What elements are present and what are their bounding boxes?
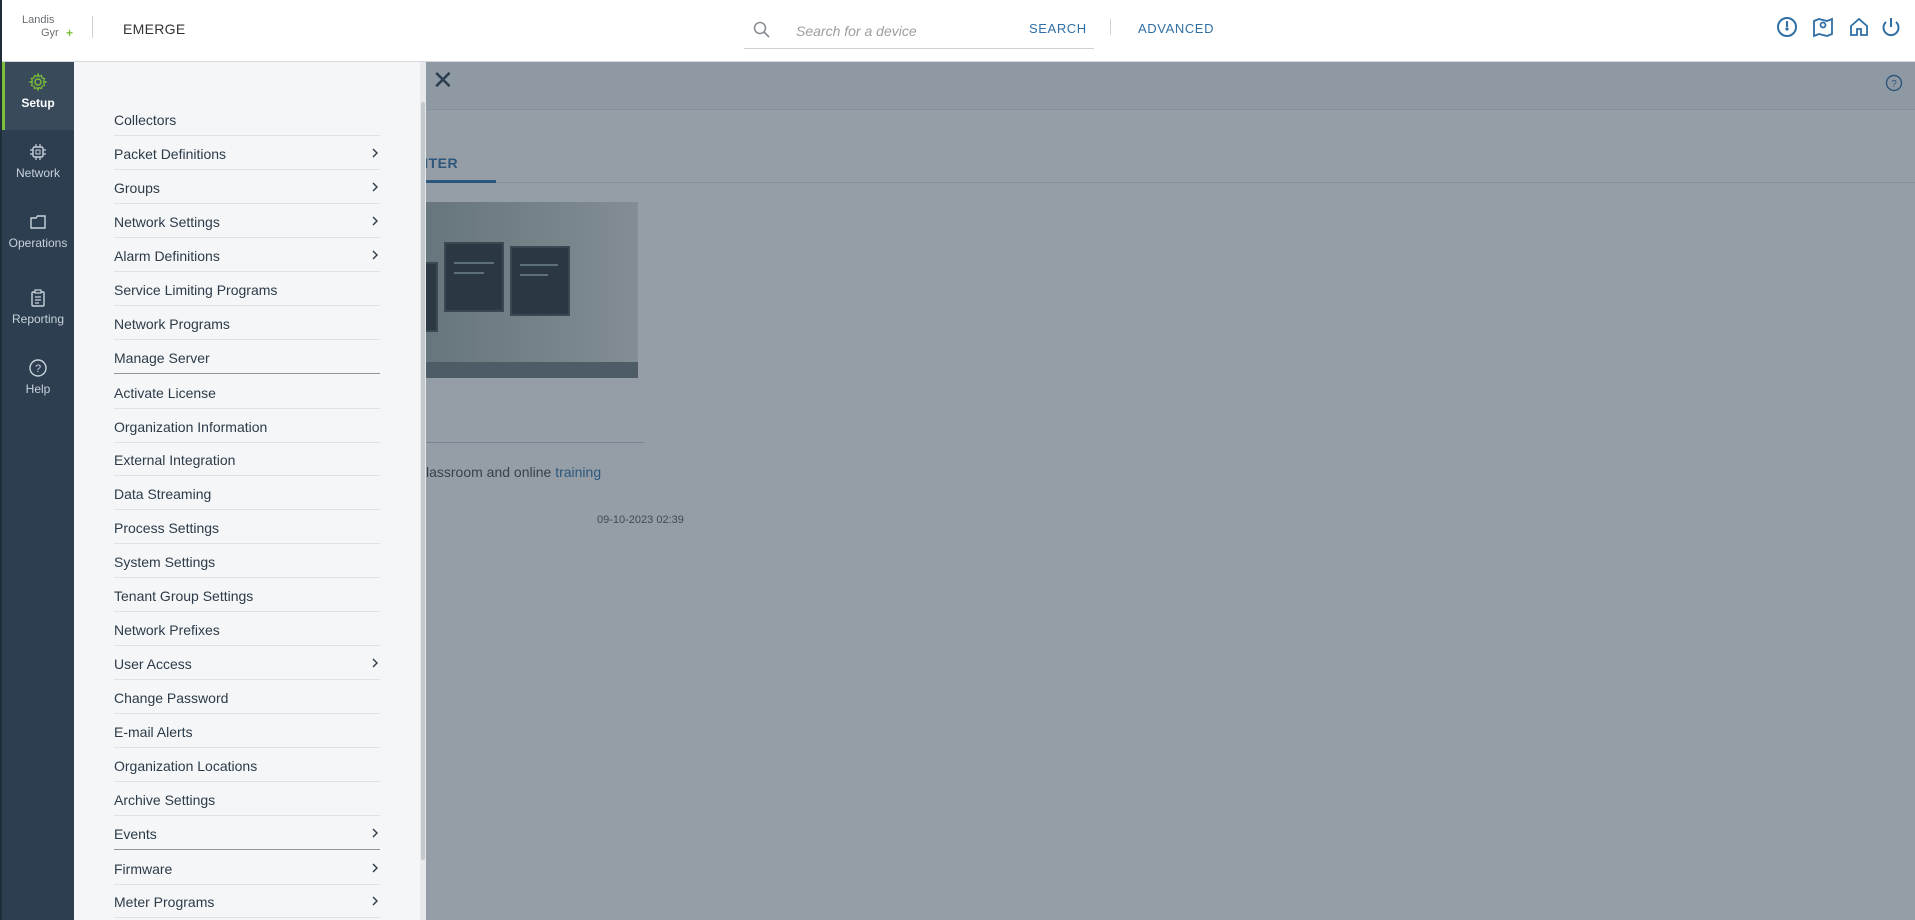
folder-icon	[30, 215, 46, 229]
question-icon: ?	[29, 359, 47, 377]
nav-rail: Setup Network Operations Reporting ? Hel…	[2, 62, 74, 920]
chevron-right-icon	[372, 182, 378, 192]
menu-item-label: Network Programs	[114, 316, 230, 332]
menu-item-label: Meter Programs	[114, 894, 215, 910]
menu-item-network-programs[interactable]: Network Programs	[114, 306, 380, 340]
menu-item-network-prefixes[interactable]: Network Prefixes	[114, 612, 380, 646]
logo-line-1: Landis	[22, 14, 55, 26]
rail-label-operations: Operations	[8, 236, 68, 250]
menu-item-change-password[interactable]: Change Password	[114, 680, 380, 714]
menu-item-label: Network Settings	[114, 214, 220, 230]
menu-item-label: Groups	[114, 180, 160, 196]
menu-item-process-settings[interactable]: Process Settings	[114, 510, 380, 544]
menu-item-tenant-group-settings[interactable]: Tenant Group Settings	[114, 578, 380, 612]
menu-item-label: Service Limiting Programs	[114, 282, 278, 298]
menu-item-label: Activate License	[114, 385, 216, 401]
menu-item-collectors[interactable]: Collectors	[114, 102, 380, 136]
menu-item-archive-settings[interactable]: Archive Settings	[114, 782, 380, 816]
rail-label-help: Help	[25, 382, 51, 396]
top-bar: Landis Gyr + EMERGE SEARCH ADVANCED	[2, 0, 1915, 62]
logo-line-2: Gyr	[41, 27, 59, 39]
menu-item-label: Packet Definitions	[114, 146, 227, 162]
menu-item-label: Data Streaming	[114, 486, 212, 502]
menu-item-activate-license[interactable]: Activate License	[114, 375, 380, 409]
rail-item-network[interactable]: Network	[2, 132, 74, 200]
rail-label-network: Network	[15, 166, 60, 180]
menu-scrollbar[interactable]	[421, 102, 425, 860]
menu-item-external-integration[interactable]: External Integration	[114, 442, 380, 476]
menu-item-meter-programs[interactable]: Meter Programs	[114, 884, 380, 918]
menu-item-organization-information[interactable]: Organization Information	[114, 409, 380, 443]
menu-item-label: Tenant Group Settings	[114, 588, 254, 604]
advanced-search-button[interactable]: ADVANCED	[1138, 21, 1214, 36]
menu-item-alarm-definitions[interactable]: Alarm Definitions	[114, 238, 380, 272]
svg-text:?: ?	[35, 363, 41, 375]
search-button[interactable]: SEARCH	[1029, 21, 1087, 36]
chevron-right-icon	[372, 148, 378, 158]
logo-divider	[92, 16, 93, 38]
map-pin-icon[interactable]	[1811, 15, 1835, 39]
menu-item-label: Events	[114, 826, 157, 842]
menu-item-packet-definitions[interactable]: Packet Definitions	[114, 136, 380, 170]
menu-item-label: Manage Server	[114, 350, 210, 366]
menu-item-network-settings[interactable]: Network Settings	[114, 204, 380, 238]
menu-item-groups[interactable]: Groups	[114, 170, 380, 204]
menu-item-label: Firmware	[114, 861, 173, 877]
menu-item-label: Process Settings	[114, 520, 220, 536]
menu-item-organization-locations[interactable]: Organization Locations	[114, 748, 380, 782]
menu-item-manage-server[interactable]: Manage Server	[114, 340, 380, 374]
search-icon	[753, 21, 770, 38]
menu-item-label: E-mail Alerts	[114, 724, 193, 740]
home-icon[interactable]	[1847, 15, 1871, 39]
chevron-right-icon	[372, 828, 378, 838]
setup-menu: Collectors Packet Definitions Groups Networ…	[74, 62, 426, 920]
rail-item-operations[interactable]: Operations	[2, 202, 74, 270]
menu-item-data-streaming[interactable]: Data Streaming	[114, 476, 380, 510]
menu-item-label: Network Prefixes	[114, 622, 220, 638]
menu-item-label: Alarm Definitions	[114, 248, 220, 264]
chevron-right-icon	[372, 896, 378, 906]
menu-item-label: Collectors	[114, 112, 177, 128]
rail-item-setup[interactable]: Setup	[2, 62, 74, 130]
menu-item-firmware[interactable]: Firmware	[114, 851, 380, 885]
device-search-input[interactable]	[796, 20, 1016, 42]
menu-item-label: User Access	[114, 656, 192, 672]
landis-gyr-logo[interactable]: Landis Gyr +	[22, 14, 74, 48]
menu-item-user-access[interactable]: User Access	[114, 646, 380, 680]
menu-item-label: Organization Information	[114, 419, 268, 435]
menu-item-label: Change Password	[114, 690, 229, 706]
app-window: Landis Gyr + EMERGE SEARCH ADVANCED	[0, 0, 1915, 920]
chevron-right-icon	[372, 658, 378, 668]
menu-item-e-mail-alerts[interactable]: E-mail Alerts	[114, 714, 380, 748]
rail-item-help[interactable]: ? Help	[2, 348, 74, 416]
logo-plus: +	[66, 26, 74, 40]
menu-item-label: System Settings	[114, 554, 216, 570]
chevron-right-icon	[372, 250, 378, 260]
rail-label-setup: Setup	[21, 96, 55, 110]
menu-item-system-settings[interactable]: System Settings	[114, 544, 380, 578]
clipboard-icon	[31, 289, 45, 307]
menu-item-label: Organization Locations	[114, 758, 258, 774]
power-icon[interactable]	[1879, 15, 1903, 39]
menu-item-label: External Integration	[114, 452, 236, 468]
menu-item-events[interactable]: Events	[114, 816, 380, 850]
menu-item-service-limiting-programs[interactable]: Service Limiting Programs	[114, 272, 380, 306]
app-name: EMERGE	[123, 21, 186, 37]
chevron-right-icon	[372, 863, 378, 873]
chevron-right-icon	[372, 216, 378, 226]
rail-label-reporting: Reporting	[11, 312, 65, 326]
gear-icon	[28, 72, 48, 92]
rail-item-reporting[interactable]: Reporting	[2, 278, 74, 346]
chip-icon	[30, 144, 46, 160]
gauge-icon[interactable]	[1775, 15, 1799, 39]
menu-item-label: Archive Settings	[114, 792, 216, 808]
header-divider	[1110, 19, 1111, 35]
